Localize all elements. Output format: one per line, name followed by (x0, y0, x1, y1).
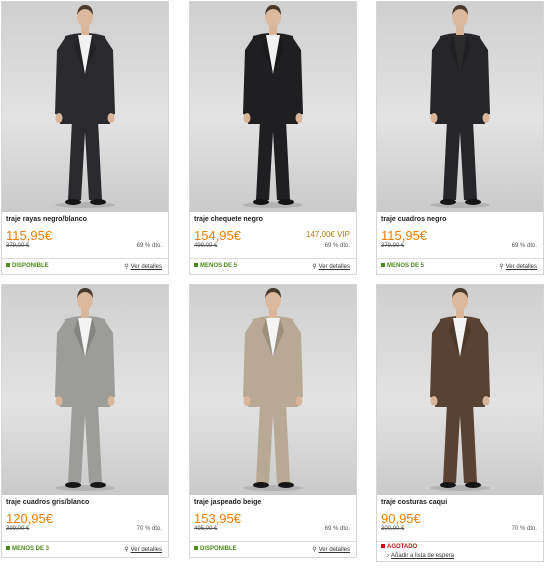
original-price: 499,00 € (194, 243, 218, 249)
stock-status: DISPONIBLE (6, 263, 49, 269)
discount-label: 69 % dto. (324, 526, 350, 532)
product-grid: traje rayas negro/blanco 115,95€ 379,00 … (0, 0, 545, 577)
magnifier-icon: ⚲ (312, 547, 317, 553)
square-bullet-icon (194, 546, 198, 551)
view-details-link[interactable]: ⚲ Ver detalles (124, 263, 162, 270)
product-name[interactable]: traje cuadros negro (377, 212, 543, 226)
magnifier-icon: ⚲ (312, 264, 317, 270)
view-details-link[interactable]: ⚲ Ver detalles (312, 263, 350, 270)
original-price: 379,00 € (381, 243, 405, 249)
product-price: 115,95€ (6, 228, 53, 243)
product-photo[interactable] (377, 2, 543, 212)
product-card: traje cuadros gris/blanco 120,95€ 399,00… (1, 284, 169, 558)
model-figure (430, 5, 490, 208)
stock-status: DISPONIBLE (194, 546, 237, 552)
product-photo[interactable] (190, 285, 356, 495)
square-bullet-icon (381, 263, 385, 268)
product-price: 154,95€ (194, 228, 241, 243)
product-price: 115,95€ (381, 228, 428, 243)
product-photo[interactable] (2, 285, 168, 495)
stock-status: AGOTADO (381, 544, 417, 550)
square-bullet-icon (6, 263, 10, 268)
product-name[interactable]: traje chequete negro (190, 212, 356, 226)
list-icon: › (387, 553, 389, 559)
product-card: traje cuadros negro 115,95€ 379,00 € 69 … (376, 1, 544, 275)
product-name[interactable]: traje cuadros gris/blanco (2, 495, 168, 509)
discount-label: 70 % dto. (511, 526, 537, 532)
product-photo[interactable] (2, 2, 168, 212)
model-figure (430, 288, 490, 491)
model-figure (55, 5, 115, 208)
product-name[interactable]: traje jaspeado beige (190, 495, 356, 509)
model-figure (243, 288, 303, 491)
original-price: 399,00 € (6, 526, 30, 532)
magnifier-icon: ⚲ (124, 264, 129, 270)
model-figure (243, 5, 303, 208)
original-price: 300,00 € (381, 526, 405, 532)
view-details-link[interactable]: ⚲ Ver detalles (312, 546, 350, 553)
discount-label: 69 % dto. (324, 243, 350, 249)
product-name[interactable]: traje costuras caqui (377, 495, 543, 509)
product-card: traje rayas negro/blanco 115,95€ 379,00 … (1, 1, 169, 275)
product-photo[interactable] (377, 285, 543, 495)
square-bullet-icon (6, 546, 10, 551)
discount-label: 69 % dto. (511, 243, 537, 249)
magnifier-icon: ⚲ (124, 547, 129, 553)
product-card: traje costuras caqui 90,95€ 300,00 € 70 … (376, 284, 544, 562)
square-bullet-icon (194, 263, 198, 268)
discount-label: 70 % dto. (136, 526, 162, 532)
magnifier-icon: ⚲ (499, 264, 504, 270)
product-price: 90,95€ (381, 511, 421, 526)
original-price: 495,00 € (194, 526, 218, 532)
stock-status: MENOS DE 5 (381, 263, 424, 269)
square-bullet-icon (381, 544, 385, 549)
product-card: traje chequete negro 154,95€ 147,00€ VIP… (189, 1, 357, 275)
product-price: 153,95€ (194, 511, 241, 526)
add-to-waitlist-link[interactable]: › Añadir a lista de espera (387, 553, 454, 559)
discount-label: 69 % dto. (136, 243, 162, 249)
stock-status: MENOS DE 5 (194, 263, 237, 269)
stock-status: MENOS DE 3 (6, 546, 49, 552)
model-figure (55, 288, 115, 491)
product-name[interactable]: traje rayas negro/blanco (2, 212, 168, 226)
product-photo[interactable] (190, 2, 356, 212)
product-card: traje jaspeado beige 153,95€ 495,00 € 69… (189, 284, 357, 558)
vip-price: 147,00€ VIP (305, 230, 350, 239)
product-price: 120,95€ (6, 511, 53, 526)
view-details-link[interactable]: ⚲ Ver detalles (124, 546, 162, 553)
original-price: 379,00 € (6, 243, 30, 249)
view-details-link[interactable]: ⚲ Ver detalles (499, 263, 537, 270)
